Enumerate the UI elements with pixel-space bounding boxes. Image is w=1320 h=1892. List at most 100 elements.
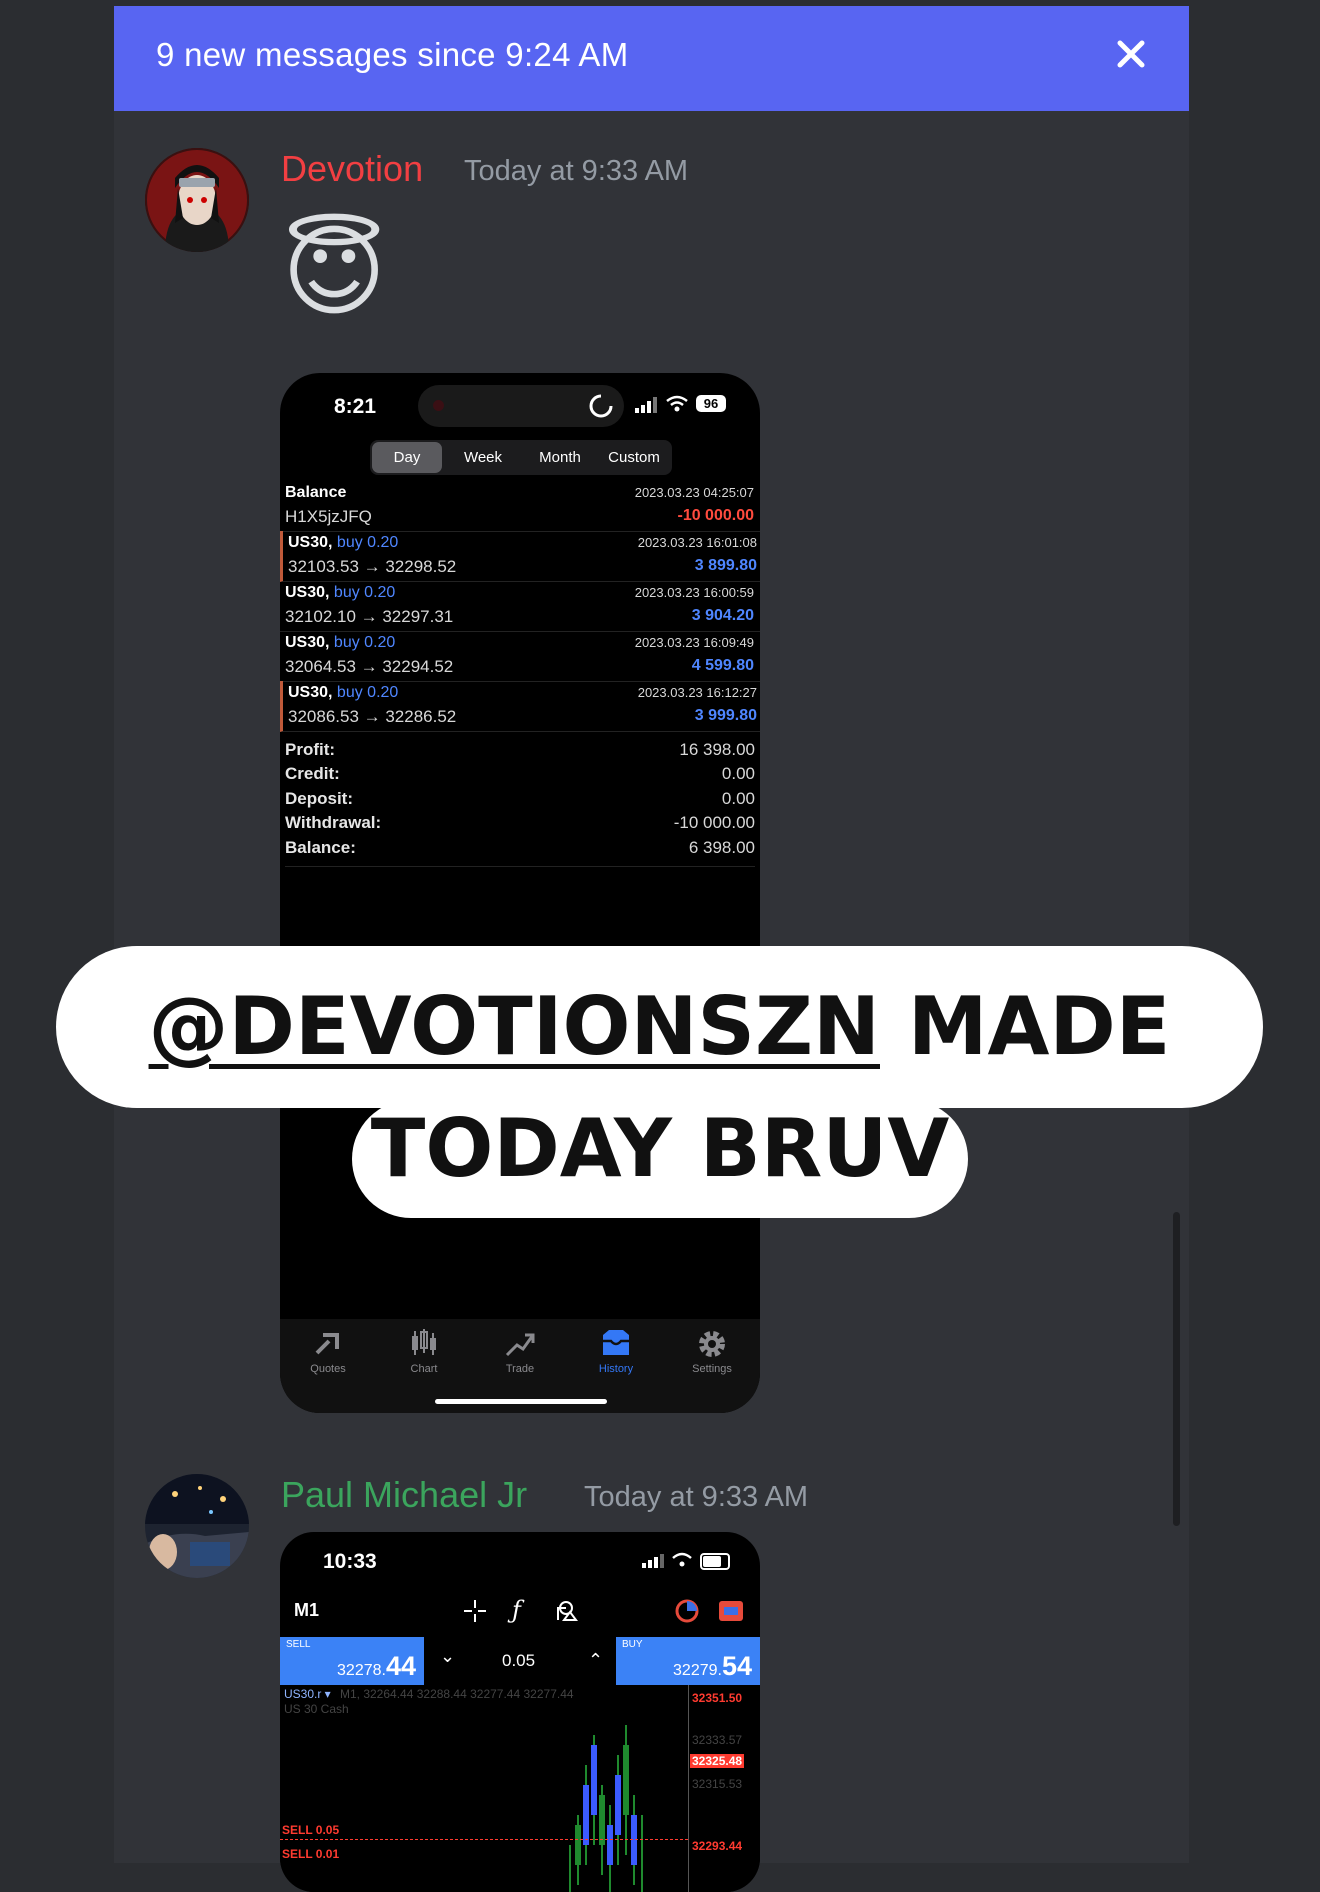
sell-price-pips: 44 [385,1651,416,1681]
sell-label: SELL [286,1639,311,1650]
avatar[interactable] [145,148,249,252]
price-level: 32315.53 [692,1777,743,1791]
wifi-icon [666,395,688,412]
username[interactable]: Paul Michael Jr [281,1474,527,1516]
timeframe-label[interactable]: M1 [294,1600,319,1621]
trade-row[interactable]: US30, buy 0.20 32102.10 → 32297.31 2023.… [280,581,760,632]
tab-history[interactable]: History [568,1327,664,1375]
trade-date: 2023.03.23 16:00:59 [634,585,754,600]
trade-side: buy 0.20 [333,584,396,601]
buy-price-pips: 54 [721,1651,752,1681]
gear-icon [699,1331,725,1357]
trade-row[interactable]: US30, buy 0.20 32064.53 → 32294.52 2023.… [280,631,760,682]
trade-symbol: US30, [288,684,333,701]
sell-button[interactable]: SELL 32278.44 [280,1637,424,1685]
row-title: Balance [285,484,347,501]
avatar[interactable] [145,1474,249,1578]
buy-button[interactable]: BUY 32279.54 [616,1637,760,1685]
username[interactable]: Devotion [281,148,423,190]
price-chart[interactable]: US30.r ▾ M1, 32264.44 32288.44 32277.44 … [280,1685,760,1892]
price-level: 32293.44 [692,1839,743,1853]
avatar-image [145,1474,249,1578]
chart-icon [412,1329,436,1355]
signal-icon [642,1554,664,1568]
message-timestamp: Today at 9:33 AM [584,1481,809,1513]
history-icon [603,1330,629,1355]
caption-line-2: TODAY BRUV [352,1100,968,1218]
lot-decrease-button[interactable]: ⌄ [440,1646,455,1667]
price-axis-line [688,1685,689,1892]
quotes-icon [315,1333,339,1355]
summary-deposit: Deposit: 0.00 [285,789,755,808]
camera-dot [433,400,444,411]
avatar-image [145,148,249,252]
status-time: 10:33 [323,1550,377,1573]
signal-icon [635,397,657,413]
segment-day[interactable]: Day [372,442,442,473]
trade-row[interactable]: US30, buy 0.20 32103.53 → 32298.52 2023.… [280,531,760,582]
close-icon[interactable] [1111,34,1151,74]
buy-price: 32279. [673,1662,722,1679]
objects-icon[interactable] [554,1598,580,1624]
segment-month[interactable]: Month [524,440,596,475]
summary-balance: Balance: 6 398.00 [285,838,755,867]
trade-prices: 32086.53 → 32286.52 [288,707,457,726]
trade-profit: 4 599.80 [691,657,754,674]
tab-label: Quotes [310,1363,346,1375]
tab-settings[interactable]: Settings [664,1327,760,1375]
period-segmented-control[interactable]: Day Week Month Custom [370,440,672,475]
caption-line-1: @DEVOTIONSZN MADE 17K [56,946,1263,1235]
loading-spinner-icon [589,394,613,418]
chart-symbol[interactable]: US30.r ▾ [284,1687,331,1701]
buy-label: BUY [622,1639,643,1650]
dynamic-island [418,385,624,427]
tab-quotes[interactable]: Quotes [280,1327,376,1375]
tab-label: History [598,1363,634,1375]
caption-handle[interactable]: @DEVOTIONSZN [149,980,880,1073]
segment-week[interactable]: Week [448,440,518,475]
trade-prices: 32064.53 → 32294.52 [285,657,454,676]
trade-panel-icon[interactable] [718,1600,744,1622]
order-line-label: SELL 0.05 [282,1823,340,1837]
summary-profit: Profit: 16 398.00 [285,740,755,759]
clock-icon[interactable] [674,1598,700,1624]
battery-indicator: 96 [696,395,726,412]
crosshair-icon[interactable] [462,1598,488,1624]
chart-symbol-desc: US 30 Cash [284,1702,349,1716]
summary-credit: Credit: 0.00 [285,764,755,783]
tab-label: Settings [692,1363,732,1375]
message-timestamp: Today at 9:33 AM [464,155,689,187]
price-level: 32351.50 [692,1691,743,1705]
wifi-icon [672,1552,692,1567]
segment-custom[interactable]: Custom [598,440,670,475]
chart-quote: M1, 32264.44 32288.44 32277.44 32277.44 [340,1687,574,1701]
tab-trade[interactable]: Trade [472,1327,568,1375]
lot-increase-button[interactable]: ⌃ [588,1650,603,1671]
tab-chart[interactable]: Chart [376,1327,472,1375]
trade-symbol: US30, [285,634,330,651]
tab-label: Chart [410,1363,438,1375]
trade-date: 2023.03.23 16:09:49 [634,635,754,650]
new-messages-banner[interactable]: 9 new messages since 9:24 AM [114,6,1189,111]
scrollbar[interactable] [1173,1212,1180,1526]
lot-input[interactable]: 0.05 [502,1651,535,1671]
balance-row: Balance H1X5jzJFQ 2023.03.23 04:25:07 -1… [280,481,760,532]
trade-prices: 32102.10 → 32297.31 [285,607,454,626]
candlestick-series [569,1725,643,1892]
order-line [280,1839,688,1841]
status-time: 8:21 [334,395,377,418]
home-indicator [435,1399,607,1404]
price-level: 32333.57 [692,1733,743,1747]
trade-profit: 3 999.80 [694,707,757,724]
trade-side: buy 0.20 [336,534,399,551]
trade-profit: 3 899.80 [694,557,757,574]
image-attachment[interactable]: 10:33 M1 ƒ SELL 32278.44 ⌄ 0.05 ⌃ BUY 32… [280,1532,760,1892]
new-messages-text: 9 new messages since 9:24 AM [156,36,629,73]
trade-row[interactable]: US30, buy 0.20 32086.53 → 32286.52 2023.… [280,681,760,732]
indicators-icon[interactable]: ƒ [512,1596,521,1624]
row-sub: H1X5jzJFQ [285,507,372,526]
tab-label: Trade [505,1363,535,1375]
trade-prices: 32103.53 → 32298.52 [288,557,457,576]
trade-side: buy 0.20 [333,634,396,651]
summary-withdrawal: Withdrawal: -10 000.00 [285,813,755,832]
